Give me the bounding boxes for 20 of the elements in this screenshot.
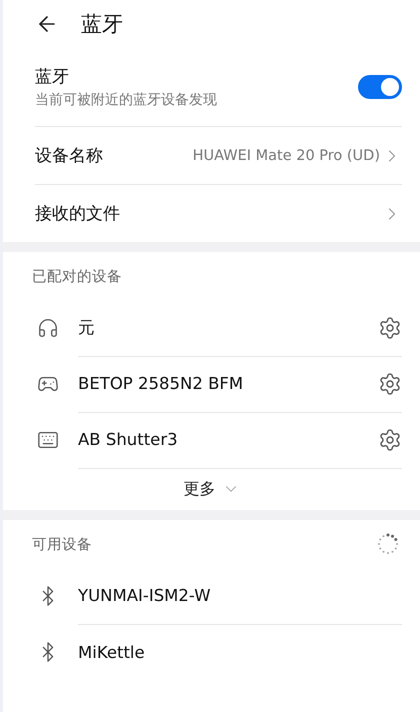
more-button[interactable]: 更多 xyxy=(184,468,240,510)
device-name[interactable]: BETOP 2585N2 BFM xyxy=(78,374,378,393)
keyboard-icon xyxy=(37,429,59,451)
page-title: 蓝牙 xyxy=(81,11,123,38)
device-name[interactable]: 元 xyxy=(78,316,378,338)
section-heading: 可用设备 xyxy=(32,536,92,554)
setting-label: 接收的文件 xyxy=(35,203,121,225)
settings-button[interactable] xyxy=(378,316,402,340)
device-name[interactable]: AB Shutter3 xyxy=(78,430,378,449)
device-name[interactable]: YUNMAI-ISM2-W xyxy=(78,586,402,605)
headphones-icon xyxy=(37,317,59,339)
setting-label: 设备名称 xyxy=(35,145,104,167)
device-name[interactable]: MiKettle xyxy=(78,642,402,662)
settings-button[interactable] xyxy=(378,372,402,396)
setting-value: HUAWEI Mate 20 Pro (UD) xyxy=(192,148,380,164)
bluetooth-toggle[interactable] xyxy=(358,75,402,99)
section-heading: 已配对的设备 xyxy=(32,268,122,286)
bluetooth-label: 蓝牙 xyxy=(35,66,70,88)
settings-button[interactable] xyxy=(378,428,402,452)
visibility-description: 当前可被附近的蓝牙设备发现 xyxy=(35,91,218,109)
